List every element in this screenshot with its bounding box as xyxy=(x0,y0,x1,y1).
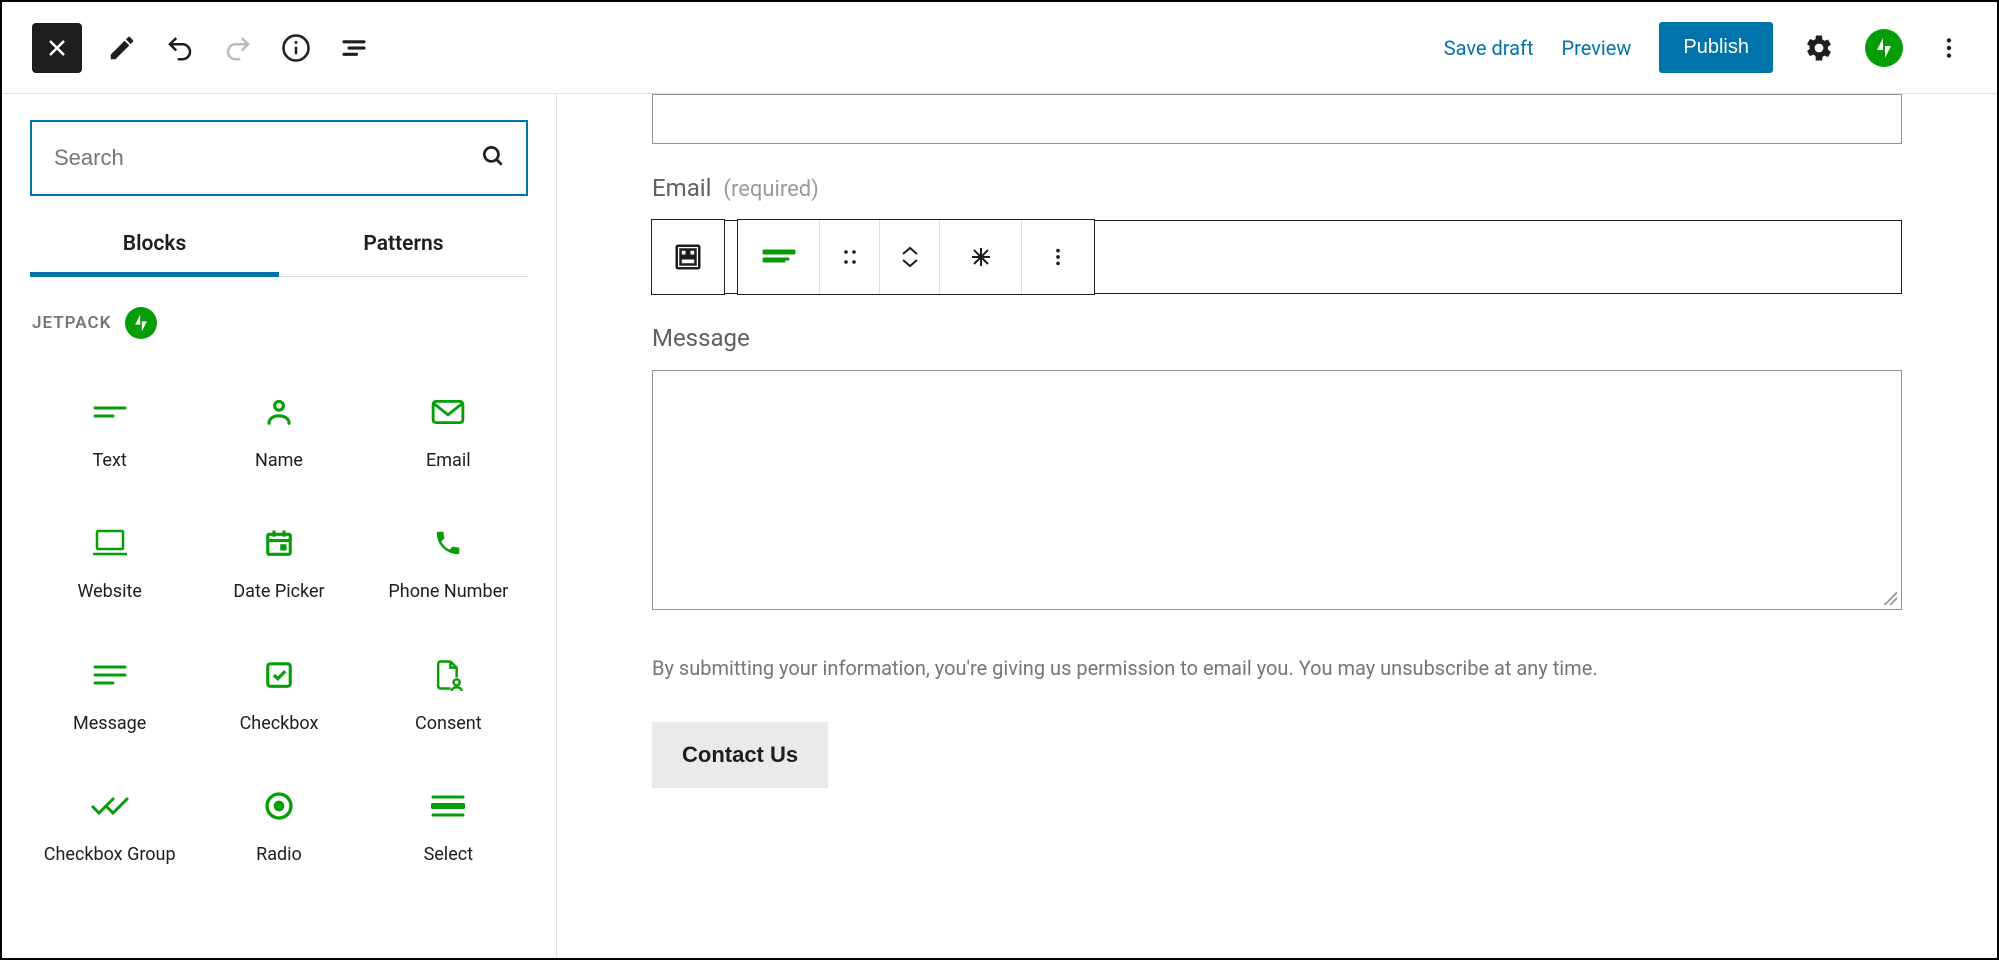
search-icon xyxy=(480,143,506,173)
block-item-checkbox-group[interactable]: Checkbox Group xyxy=(30,759,189,880)
email-field-block[interactable] xyxy=(652,220,1902,294)
document-person-icon xyxy=(433,652,463,698)
calendar-icon xyxy=(264,520,294,566)
block-item-date-picker[interactable]: Date Picker xyxy=(199,496,358,617)
info-icon[interactable] xyxy=(278,30,314,66)
person-icon xyxy=(264,389,294,435)
block-item-name[interactable]: Name xyxy=(199,365,358,486)
block-item-phone[interactable]: Phone Number xyxy=(369,496,528,617)
app-root: Save draft Preview Publish xyxy=(0,0,1999,960)
phone-icon xyxy=(433,520,463,566)
double-check-icon xyxy=(91,783,129,829)
redo-icon xyxy=(220,30,256,66)
section-header-jetpack: JETPACK xyxy=(30,303,528,343)
parent-block-icon[interactable] xyxy=(652,220,724,294)
select-icon xyxy=(431,783,465,829)
jetpack-icon xyxy=(125,307,157,339)
block-item-checkbox[interactable]: Checkbox xyxy=(199,628,358,749)
block-item-select[interactable]: Select xyxy=(369,759,528,880)
more-options-icon[interactable] xyxy=(1931,30,1967,66)
undo-icon[interactable] xyxy=(162,30,198,66)
block-grid: Text Name Email Website Date Picker xyxy=(30,365,528,881)
text-icon xyxy=(93,389,127,435)
save-draft-button[interactable]: Save draft xyxy=(1444,36,1534,60)
tab-patterns[interactable]: Patterns xyxy=(279,218,528,276)
preview-button[interactable]: Preview xyxy=(1562,36,1632,60)
block-item-message[interactable]: Message xyxy=(30,628,189,749)
inserter-tabs: Blocks Patterns xyxy=(30,218,528,277)
block-item-website[interactable]: Website xyxy=(30,496,189,617)
editor-canvas: Email (required) xyxy=(557,94,1997,958)
required-toggle-icon[interactable] xyxy=(940,220,1022,294)
block-type-icon[interactable] xyxy=(738,220,820,294)
search-input[interactable] xyxy=(30,120,528,196)
settings-gear-icon[interactable] xyxy=(1801,30,1837,66)
block-item-consent[interactable]: Consent xyxy=(369,628,528,749)
form-disclaimer: By submitting your information, you're g… xyxy=(652,656,1902,680)
block-inserter-sidebar: Blocks Patterns JETPACK Text Name xyxy=(2,94,557,958)
block-item-text[interactable]: Text xyxy=(30,365,189,486)
drag-handle-icon[interactable] xyxy=(820,220,880,294)
editor-topbar: Save draft Preview Publish xyxy=(2,2,1997,94)
edit-icon[interactable] xyxy=(104,30,140,66)
laptop-icon xyxy=(91,520,129,566)
checkbox-icon xyxy=(264,652,294,698)
submit-button[interactable]: Contact Us xyxy=(652,722,828,788)
radio-icon xyxy=(263,783,295,829)
email-field-label: Email (required) xyxy=(652,174,1902,202)
message-field-textarea[interactable] xyxy=(652,370,1902,610)
block-item-radio[interactable]: Radio xyxy=(199,759,358,880)
block-toolbar xyxy=(651,219,1095,295)
message-field-label: Message xyxy=(652,324,1902,352)
publish-button[interactable]: Publish xyxy=(1659,22,1773,73)
jetpack-icon[interactable] xyxy=(1865,29,1903,67)
subject-icon xyxy=(93,652,127,698)
move-up-down-icon[interactable] xyxy=(880,220,940,294)
block-item-email[interactable]: Email xyxy=(369,365,528,486)
name-field-input[interactable] xyxy=(652,94,1902,144)
tab-blocks[interactable]: Blocks xyxy=(30,218,279,276)
block-more-options-icon[interactable] xyxy=(1022,220,1094,294)
close-editor-button[interactable] xyxy=(32,23,82,73)
mail-icon xyxy=(431,389,465,435)
list-view-icon[interactable] xyxy=(336,30,372,66)
